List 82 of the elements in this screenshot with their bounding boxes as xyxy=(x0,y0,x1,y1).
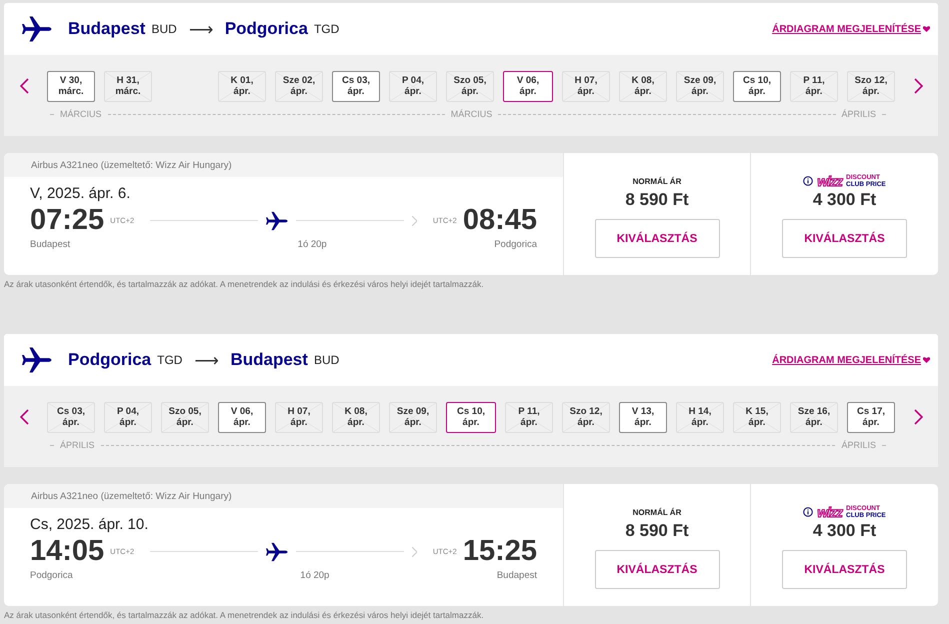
arrival-time: 08:45 xyxy=(462,204,537,237)
date-tile[interactable]: V 30, márc. xyxy=(47,70,95,102)
flight-date: Cs, 2025. ápr. 10. xyxy=(30,516,150,533)
airport-code: TGD xyxy=(157,353,182,367)
date-tile[interactable]: Cs 03, ápr. xyxy=(332,70,380,102)
date-tile[interactable]: K 01, ápr. xyxy=(218,70,266,102)
date-tile[interactable]: Szo 05, ápr. xyxy=(446,70,494,102)
heart-icon xyxy=(923,357,930,363)
info-icon[interactable] xyxy=(803,507,814,517)
date-tile[interactable]: Cs 10, ápr. xyxy=(446,402,496,432)
date-tile[interactable]: V 06, ápr. xyxy=(218,402,266,432)
city-name: Podgorica xyxy=(68,350,152,370)
arrow-head-icon xyxy=(412,216,417,226)
date-tile[interactable]: P 11, ápr. xyxy=(790,70,838,102)
date-tile[interactable]: Szo 05, ápr. xyxy=(161,402,209,432)
airport-code: TGD xyxy=(314,22,340,36)
city-name: Podgorica xyxy=(224,19,308,39)
date-tile[interactable]: P 04, ápr. xyxy=(104,402,152,432)
date-tile[interactable]: K 08, ápr. xyxy=(332,402,380,432)
arrival-city: Podgorica xyxy=(494,239,537,250)
date-tile[interactable]: V 13, ápr. xyxy=(619,402,667,432)
departure-city: Podgorica xyxy=(30,570,73,581)
date-tile[interactable]: Szo 12, ápr. xyxy=(847,70,895,102)
price-chart-link[interactable]: ÁRDIAGRAM MEGJELENÍTÉSE xyxy=(772,354,930,366)
select-button[interactable]: KIVÁLASZTÁS xyxy=(782,219,907,258)
departure-time: 07:25 xyxy=(30,204,104,237)
date-tile[interactable]: Sze 09, ápr. xyxy=(676,70,724,102)
arrow-head-icon xyxy=(412,546,417,556)
airplane-icon xyxy=(266,210,288,232)
departure-time: 14:05 xyxy=(30,535,104,568)
select-button[interactable]: KIVÁLASZTÁS xyxy=(594,550,720,589)
flight-duration: 1ó 20p xyxy=(298,239,327,250)
month-label: ÁPRILIS xyxy=(60,440,95,450)
flight-date: V, 2025. ápr. 6. xyxy=(30,185,132,202)
price-chart-link[interactable]: ÁRDIAGRAM MEGJELENÍTÉSE xyxy=(772,24,930,34)
date-tile[interactable]: Sze 09, ápr. xyxy=(389,402,437,432)
date-tile[interactable]: K 15, ápr. xyxy=(733,402,781,432)
airplane-icon xyxy=(266,540,288,562)
date-tile[interactable]: H 31, márc. xyxy=(104,70,152,102)
airplane-icon xyxy=(22,345,52,375)
fare-price: 4 300 Ft xyxy=(812,521,876,541)
route-arrow: ⟶ xyxy=(188,18,213,40)
date-tile[interactable]: Szo 12, ápr. xyxy=(562,402,610,432)
fare-label: NORMÁL ÁR xyxy=(632,508,682,519)
date-tile[interactable]: H 14, ápr. xyxy=(676,402,724,432)
price-footnote: Az árak utasonként értendők, és tartalmazzák az adókat. A menetrendek az indulási és érkezési város helyi idejét tartalmazzák. xyxy=(4,610,485,620)
month-label: ÁPRILIS xyxy=(842,109,876,119)
airport-code: BUD xyxy=(314,353,340,367)
month-label: MÁRCIUS xyxy=(450,109,492,119)
flight-duration: 1ó 20p xyxy=(300,570,330,581)
date-tile[interactable]: Cs 03, ápr. xyxy=(47,402,95,432)
airport-code: BUD xyxy=(151,22,177,36)
airplane-icon xyxy=(22,14,52,44)
month-label: ÁPRILIS xyxy=(841,440,876,450)
city-name: Budapest xyxy=(68,19,146,39)
fare-label: NORMÁL ÁR xyxy=(632,177,682,188)
fare-price: 4 300 Ft xyxy=(812,190,876,210)
heart-icon xyxy=(923,26,930,32)
date-tile[interactable]: H 07, ápr. xyxy=(562,70,610,102)
aircraft-info: Airbus A321neo (üzemeltető: Wizz Air Hungary) xyxy=(4,153,563,177)
aircraft-info: Airbus A321neo (üzemeltető: Wizz Air Hungary) xyxy=(4,484,563,508)
info-icon[interactable] xyxy=(803,176,814,186)
fare-price: 8 590 Ft xyxy=(625,190,689,210)
date-tile[interactable]: Sze 16, ápr. xyxy=(790,402,838,432)
date-tile[interactable]: P 11, ápr. xyxy=(505,402,553,432)
city-name: Budapest xyxy=(230,350,308,370)
arrival-time: 15:25 xyxy=(462,535,537,568)
select-button[interactable]: KIVÁLASZTÁS xyxy=(594,219,720,258)
select-button[interactable]: KIVÁLASZTÁS xyxy=(782,550,907,589)
price-footnote: Az árak utasonként értendők, és tartalmazzák az adókat. A menetrendek az indulási és érkezési város helyi idejét tartalmazzák. xyxy=(4,279,485,289)
date-tile[interactable]: Cs 17, ápr. xyxy=(847,402,895,432)
date-tile[interactable]: K 08, ápr. xyxy=(619,70,667,102)
date-tile[interactable]: P 04, ápr. xyxy=(389,70,437,102)
fare-price: 8 590 Ft xyxy=(625,521,689,541)
date-tile[interactable]: H 07, ápr. xyxy=(275,402,323,432)
date-tile[interactable]: Cs 10, ápr. xyxy=(733,70,781,102)
date-tile[interactable]: Sze 02, ápr. xyxy=(275,70,323,102)
route-arrow: ⟶ xyxy=(194,350,218,370)
date-tile[interactable]: V 06, ápr. xyxy=(503,70,553,102)
month-label: MÁRCIUS xyxy=(60,109,102,119)
departure-city: Budapest xyxy=(30,239,70,250)
arrival-city: Budapest xyxy=(496,570,537,581)
